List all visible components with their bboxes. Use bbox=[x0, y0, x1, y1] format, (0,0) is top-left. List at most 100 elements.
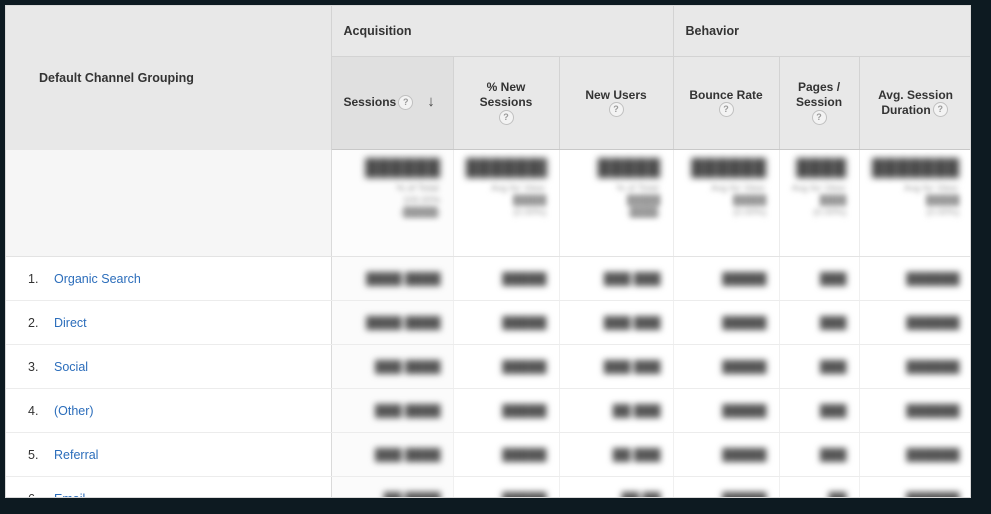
row-dimension-cell: 5. Referral bbox=[6, 432, 332, 477]
row-dimension-cell: 2. Direct bbox=[6, 300, 332, 345]
redacted-value: ██ ██ bbox=[572, 492, 661, 498]
redacted-value: ██ bbox=[792, 492, 847, 498]
redacted-value: █████ bbox=[722, 271, 767, 286]
redacted-value: ██████ bbox=[906, 447, 960, 462]
column-header-bounce-rate[interactable]: Bounce Rate ? bbox=[673, 56, 780, 150]
cell-pages-per-session: ███ bbox=[779, 432, 860, 477]
redacted-value: █████ bbox=[502, 447, 547, 462]
channel-link-referral[interactable]: Referral bbox=[54, 448, 98, 462]
cell-bounce-rate: █████ bbox=[673, 300, 780, 345]
column-header-pages-per-session[interactable]: Pages / Session ? bbox=[779, 56, 860, 150]
cell-new-users: ██ ███ bbox=[559, 432, 674, 477]
cell-pct-new-sessions: █████ bbox=[453, 300, 560, 345]
redacted-value: ████ bbox=[796, 158, 847, 177]
redacted-value: ███ ███ bbox=[603, 359, 661, 374]
row-rank: 5. bbox=[28, 447, 39, 462]
redacted-value: ██ ████ bbox=[344, 492, 441, 498]
summary-cell-avg-session-duration: ███████ Avg for View: █████ (0.00%) bbox=[859, 149, 970, 257]
cell-sessions: ███ ████ bbox=[331, 432, 454, 477]
redacted-value: █████ bbox=[502, 403, 547, 418]
summary-cell-pages-per-session: ████ Avg for View: ████ (0.00%) bbox=[779, 149, 860, 257]
cell-avg-session-duration: ██████ bbox=[859, 344, 970, 389]
column-header-avg-session-duration-line2-wrap: Duration? bbox=[872, 102, 960, 118]
redacted-value: ███ ████ bbox=[375, 403, 441, 418]
table-row[interactable]: 6.Email ██ ████ █████ ██ ██ █████ ██ ███… bbox=[6, 476, 970, 498]
redacted-value: ██████ bbox=[906, 359, 960, 374]
column-header-bounce-rate-label: Bounce Rate bbox=[689, 87, 763, 102]
table-row[interactable]: 3. Social ███ ████ █████ ███ ███ █████ ██… bbox=[6, 344, 970, 389]
redacted-value: █████ bbox=[722, 447, 767, 462]
dimension-header-default-channel-grouping[interactable]: Default Channel Grouping bbox=[6, 6, 332, 150]
help-icon[interactable]: ? bbox=[718, 102, 734, 118]
table-row[interactable]: 1. Organic Search ████ ████ █████ ███ ███… bbox=[6, 256, 970, 301]
column-header-sessions[interactable]: Sessions? ↓ bbox=[331, 56, 454, 150]
redacted-value: █████ bbox=[686, 492, 766, 498]
column-header-new-users[interactable]: New Users ? bbox=[559, 56, 674, 150]
row-rank: 6. bbox=[28, 492, 54, 498]
redacted-value: ███ bbox=[819, 271, 847, 286]
table-row[interactable]: 5. Referral ███ ████ █████ ██ ███ █████ █… bbox=[6, 432, 970, 477]
summary-cell-bounce-rate: ██████ Avg for View: █████ (0.00%) bbox=[673, 149, 780, 257]
cell-pct-new-sessions: █████ bbox=[453, 344, 560, 389]
column-header-avg-session-duration-line1: Avg. Session bbox=[878, 87, 953, 102]
cell-bounce-rate: █████ bbox=[673, 432, 780, 477]
column-header-pct-new-sessions[interactable]: % New Sessions ? bbox=[453, 56, 560, 150]
group-header-behavior: Behavior bbox=[673, 6, 970, 57]
channel-link-email[interactable]: Email bbox=[54, 492, 85, 498]
row-dimension-cell: 4. (Other) bbox=[6, 388, 332, 433]
redacted-value: █████ bbox=[722, 315, 767, 330]
help-icon[interactable]: ? bbox=[398, 94, 414, 110]
channel-link-social[interactable]: Social bbox=[54, 360, 88, 374]
group-header-row: Default Channel Grouping Acquisition Beh… bbox=[6, 6, 970, 150]
column-header-pages-per-session-line1: Pages / bbox=[798, 80, 841, 95]
table-row[interactable]: 4. (Other) ███ ████ █████ ██ ███ █████ ██… bbox=[6, 388, 970, 433]
cell-pages-per-session: ██ bbox=[779, 476, 860, 498]
sort-descending-arrow-icon[interactable]: ↓ bbox=[427, 94, 435, 109]
redacted-value: ██ ███ bbox=[612, 403, 661, 418]
cell-pct-new-sessions: █████ bbox=[453, 432, 560, 477]
cell-new-users: ██ ██ bbox=[559, 476, 674, 498]
redacted-subtext: Avg for View: ████ (0.00%) bbox=[791, 183, 847, 218]
row-dimension-cell: 1. Organic Search bbox=[6, 256, 332, 301]
redacted-value: ███ ████ bbox=[375, 359, 441, 374]
redacted-value: ███████ bbox=[465, 158, 547, 177]
cell-bounce-rate: █████ bbox=[673, 344, 780, 389]
cell-sessions: ████ ████ bbox=[331, 256, 454, 301]
redacted-value: ██████ bbox=[365, 158, 441, 177]
help-icon[interactable]: ? bbox=[498, 109, 514, 125]
cell-bounce-rate: █████ bbox=[673, 476, 780, 498]
redacted-value: ███ bbox=[819, 403, 847, 418]
row-rank: 1. bbox=[28, 271, 39, 286]
cell-new-users: ███ ███ bbox=[559, 256, 674, 301]
redacted-value: ███ bbox=[819, 447, 847, 462]
summary-row-label bbox=[6, 149, 332, 257]
cell-avg-session-duration: ██████ bbox=[859, 432, 970, 477]
channel-link-direct[interactable]: Direct bbox=[54, 316, 87, 330]
table-row[interactable]: 2. Direct ████ ████ █████ ███ ███ █████ █… bbox=[6, 300, 970, 345]
help-icon[interactable]: ? bbox=[608, 102, 624, 118]
column-header-avg-session-duration[interactable]: Avg. Session Duration? bbox=[859, 56, 970, 150]
channel-link-other[interactable]: (Other) bbox=[54, 404, 94, 418]
column-header-pct-new-sessions-line2: Sessions bbox=[479, 95, 533, 110]
cell-bounce-rate: █████ bbox=[673, 388, 780, 433]
table-head: Default Channel Grouping Acquisition Beh… bbox=[6, 6, 970, 150]
cell-pct-new-sessions: █████ bbox=[453, 256, 560, 301]
redacted-value: ██████ bbox=[691, 158, 767, 177]
help-icon[interactable]: ? bbox=[811, 109, 827, 125]
redacted-value: ███ bbox=[819, 359, 847, 374]
redacted-subtext: % of Total: █████ (████) bbox=[616, 183, 661, 218]
column-header-pages-per-session-line2: Session bbox=[796, 95, 843, 110]
cell-new-users: ███ ███ bbox=[559, 300, 674, 345]
column-header-new-users-label: New Users bbox=[585, 87, 647, 102]
cell-avg-session-duration: ██████ bbox=[859, 476, 970, 497]
cell-new-users: ██ ███ bbox=[559, 388, 674, 433]
cell-pages-per-session: ███ bbox=[779, 344, 860, 389]
channel-link-organic-search[interactable]: Organic Search bbox=[54, 272, 141, 286]
cell-bounce-rate: █████ bbox=[673, 256, 780, 301]
redacted-value: ██████ bbox=[906, 271, 960, 286]
redacted-value: ███████ bbox=[871, 158, 960, 177]
redacted-value: █████ bbox=[502, 271, 547, 286]
help-icon[interactable]: ? bbox=[932, 102, 948, 118]
redacted-value: █████ bbox=[722, 359, 767, 374]
column-header-avg-session-duration-line2: Duration bbox=[881, 102, 931, 117]
